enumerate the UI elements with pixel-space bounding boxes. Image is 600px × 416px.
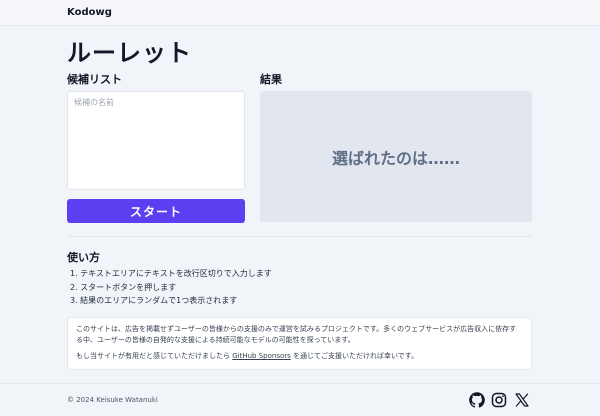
instagram-icon[interactable] (491, 392, 507, 408)
page-title: ルーレット (67, 39, 192, 67)
result-text: 選ばれたのは…… (331, 148, 460, 168)
howto-step: 1. テキストエリアにテキストを改行区切りで入力します (70, 269, 272, 278)
github-sponsors-link[interactable]: GitHub Sponsors (232, 352, 291, 360)
notice-text: もし当サイトが有用だと感じていただけましたら (76, 352, 233, 360)
notice-paragraph-sponsors: もし当サイトが有用だと感じていただけましたら GitHub Sponsors を… (76, 351, 523, 362)
top-bar: Kodowg (0, 0, 600, 26)
candidates-textarea[interactable] (67, 91, 245, 190)
section-divider (67, 236, 532, 237)
footer-divider (0, 383, 600, 384)
copyright: © 2024 Keisuke Watanuki (67, 396, 158, 404)
notice-paragraph: このサイトは、広告を掲載せずユーザーの皆様からの支援のみで運営を試みるプロジェク… (76, 325, 517, 344)
howto-step: 3. 結果のエリアにランダムで1つ表示されます (70, 296, 238, 305)
howto-step: 2. スタートボタンを押します (70, 282, 177, 292)
site-brand[interactable]: Kodowg (67, 7, 112, 18)
start-button[interactable]: スタート (67, 199, 245, 223)
result-label: 結果 (260, 73, 282, 86)
notice-text: を通じてご支援いただければ幸いです。 (290, 352, 419, 360)
howto-steps: 1. テキストエリアにテキストを改行区切りで入力します 2. スタートボタンを押… (70, 267, 272, 308)
candidates-label: 候補リスト (67, 73, 122, 86)
support-notice: このサイトは、広告を掲載せずユーザーの皆様からの支援のみで運営を試みるプロジェク… (67, 317, 532, 370)
howto-title: 使い方 (67, 251, 100, 264)
x-icon[interactable] (514, 392, 530, 408)
github-icon[interactable] (469, 392, 485, 408)
result-box: 選ばれたのは…… (260, 91, 532, 222)
